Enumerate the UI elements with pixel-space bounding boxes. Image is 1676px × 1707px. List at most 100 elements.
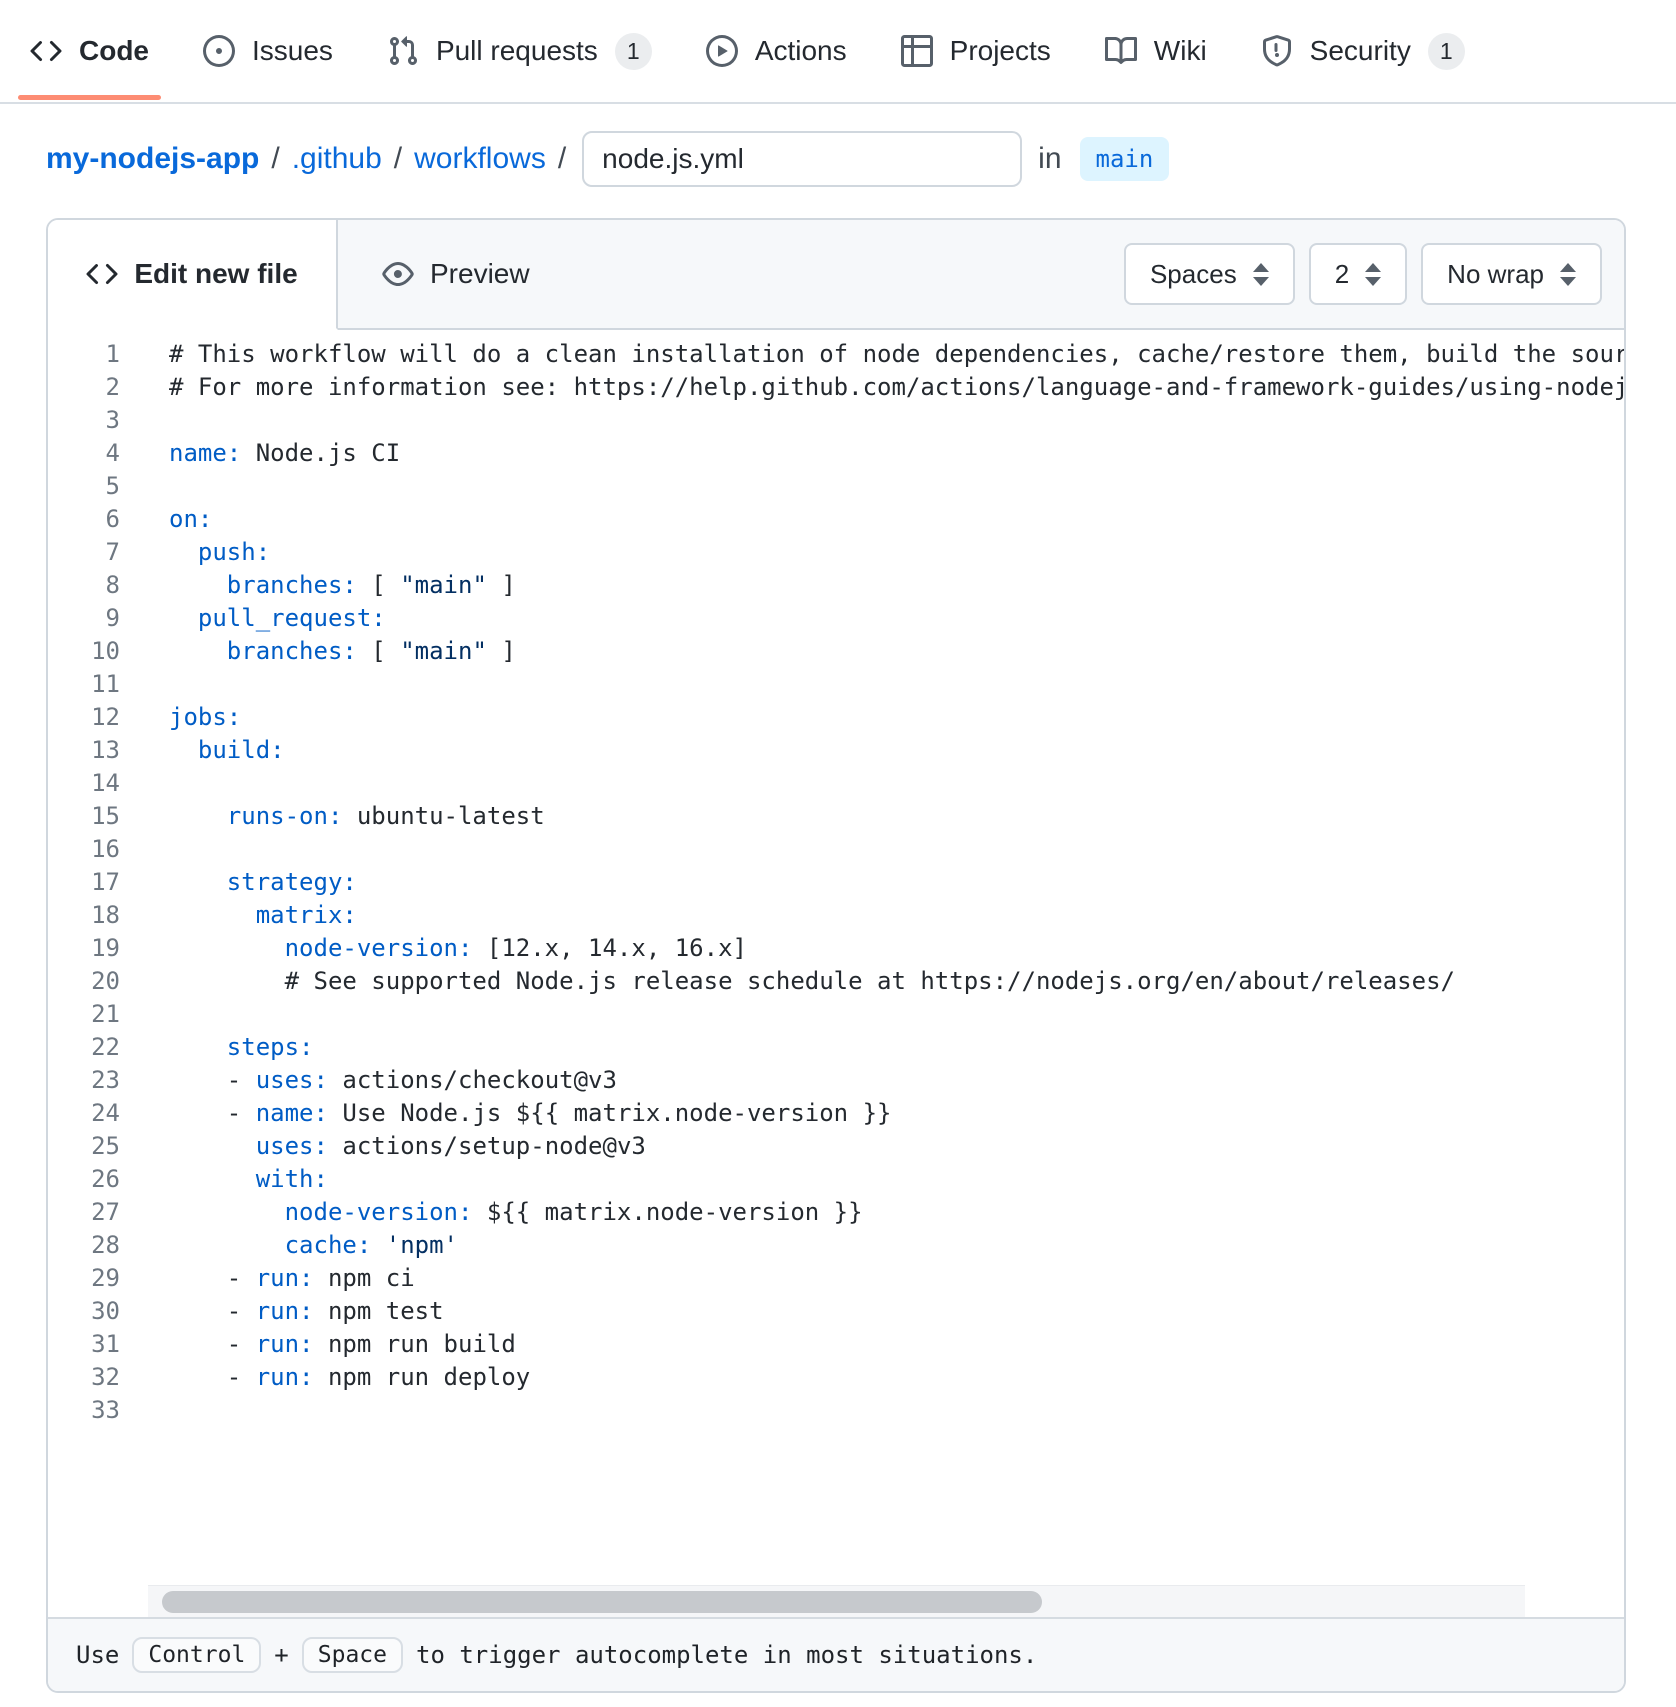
code-line[interactable]: 19 node-version: [12.x, 14.x, 16.x] [48,932,1624,965]
table-icon [901,35,933,67]
nav-tab-issues[interactable]: Issues [191,0,345,102]
code-editor[interactable]: 1# This workflow will do a clean install… [48,330,1624,1585]
code-line-content[interactable]: push: [120,536,270,569]
code-line-content[interactable]: matrix: [120,899,357,932]
line-number: 15 [48,800,120,833]
code-line[interactable]: 23 - uses: actions/checkout@v3 [48,1064,1624,1097]
indent-size-select[interactable]: 2 [1309,243,1407,305]
nav-tab-code[interactable]: Code [18,0,161,102]
code-line-content[interactable]: steps: [120,1031,314,1064]
code-line[interactable]: 12jobs: [48,701,1624,734]
code-line-content[interactable]: - run: npm test [120,1295,444,1328]
code-line[interactable]: 3 [48,404,1624,437]
code-line[interactable]: 10 branches: [ "main" ] [48,635,1624,668]
line-number: 11 [48,668,120,701]
caret-updown-icon [1365,263,1381,286]
code-line-content[interactable] [120,833,169,866]
code-line[interactable]: 28 cache: 'npm' [48,1229,1624,1262]
nav-tab-projects[interactable]: Projects [889,0,1063,102]
code-line[interactable]: 31 - run: npm run build [48,1328,1624,1361]
code-line-content[interactable]: jobs: [120,701,241,734]
code-line[interactable]: 6on: [48,503,1624,536]
nav-tab-pull-requests[interactable]: Pull requests1 [375,0,664,102]
scrollbar-thumb[interactable] [162,1591,1042,1613]
nav-tab-security[interactable]: Security1 [1249,0,1477,102]
indent-mode-select[interactable]: Spaces [1124,243,1295,305]
code-line-content[interactable]: branches: [ "main" ] [120,635,516,668]
scrollbar-track[interactable] [148,1585,1525,1617]
line-number: 24 [48,1097,120,1130]
wrap-mode-select[interactable]: No wrap [1421,243,1602,305]
code-line[interactable]: 2# For more information see: https://hel… [48,371,1624,404]
code-line-content[interactable]: - name: Use Node.js ${{ matrix.node-vers… [120,1097,891,1130]
nav-tab-label: Wiki [1154,35,1207,67]
code-line-content[interactable]: pull_request: [120,602,386,635]
code-line-content[interactable]: - run: npm ci [120,1262,415,1295]
tab-preview[interactable]: Preview [338,220,574,328]
code-line-content[interactable]: node-version: [12.x, 14.x, 16.x] [120,932,747,965]
code-line-content[interactable]: uses: actions/setup-node@v3 [120,1130,646,1163]
line-number: 6 [48,503,120,536]
breadcrumb-dir-workflows-link[interactable]: workflows [414,142,546,176]
code-line[interactable]: 33 [48,1394,1624,1427]
code-line-content[interactable]: - uses: actions/checkout@v3 [120,1064,617,1097]
code-line[interactable]: 4name: Node.js CI [48,437,1624,470]
code-line[interactable]: 9 pull_request: [48,602,1624,635]
breadcrumb-dir-github-link[interactable]: .github [292,142,382,176]
code-line-content[interactable]: runs-on: ubuntu-latest [120,800,545,833]
code-line-content[interactable]: - run: npm run build [120,1328,516,1361]
code-line-content[interactable]: name: Node.js CI [120,437,400,470]
code-line-content[interactable]: - run: npm run deploy [120,1361,530,1394]
code-line[interactable]: 8 branches: [ "main" ] [48,569,1624,602]
code-line[interactable]: 24 - name: Use Node.js ${{ matrix.node-v… [48,1097,1624,1130]
code-line-content[interactable] [120,998,169,1031]
kbd-control-key: Control [132,1637,261,1673]
code-line-content[interactable]: # This workflow will do a clean installa… [120,338,1624,371]
code-line[interactable]: 20 # See supported Node.js release sched… [48,965,1624,998]
code-line-content[interactable]: cache: 'npm' [120,1229,458,1262]
branch-badge: main [1080,137,1170,181]
breadcrumb-separator: / [394,142,402,176]
code-line-content[interactable]: with: [120,1163,328,1196]
breadcrumb-separator: / [271,142,279,176]
line-number: 32 [48,1361,120,1394]
code-line[interactable]: 11 [48,668,1624,701]
filename-input[interactable] [582,131,1022,187]
code-line-content[interactable]: # For more information see: https://help… [120,371,1624,404]
code-line[interactable]: 21 [48,998,1624,1031]
code-line-content[interactable] [120,470,169,503]
breadcrumb-repo-link[interactable]: my-nodejs-app [46,142,259,176]
code-line[interactable]: 30 - run: npm test [48,1295,1624,1328]
code-line[interactable]: 32 - run: npm run deploy [48,1361,1624,1394]
code-line-content[interactable] [120,767,169,800]
code-line-content[interactable]: strategy: [120,866,357,899]
code-line[interactable]: 1# This workflow will do a clean install… [48,338,1624,371]
code-line[interactable]: 22 steps: [48,1031,1624,1064]
code-line[interactable]: 14 [48,767,1624,800]
code-line-content[interactable]: node-version: ${{ matrix.node-version }} [120,1196,863,1229]
code-line[interactable]: 7 push: [48,536,1624,569]
nav-tab-wiki[interactable]: Wiki [1093,0,1219,102]
code-line[interactable]: 18 matrix: [48,899,1624,932]
code-line[interactable]: 15 runs-on: ubuntu-latest [48,800,1624,833]
code-line-content[interactable]: # See supported Node.js release schedule… [120,965,1455,998]
code-line[interactable]: 16 [48,833,1624,866]
code-line[interactable]: 25 uses: actions/setup-node@v3 [48,1130,1624,1163]
code-line-content[interactable] [120,668,169,701]
line-number: 7 [48,536,120,569]
code-line[interactable]: 5 [48,470,1624,503]
code-line-content[interactable]: build: [120,734,285,767]
code-line-content[interactable] [120,404,169,437]
horizontal-scrollbar[interactable] [48,1585,1624,1617]
code-line-content[interactable] [120,1394,169,1427]
code-line-content[interactable]: on: [120,503,212,536]
code-line[interactable]: 26 with: [48,1163,1624,1196]
code-line[interactable]: 29 - run: npm ci [48,1262,1624,1295]
nav-tab-actions[interactable]: Actions [694,0,859,102]
tab-edit-new-file[interactable]: Edit new file [48,220,338,330]
code-line[interactable]: 13 build: [48,734,1624,767]
code-line[interactable]: 17 strategy: [48,866,1624,899]
code-line-content[interactable]: branches: [ "main" ] [120,569,516,602]
code-line[interactable]: 27 node-version: ${{ matrix.node-version… [48,1196,1624,1229]
line-number: 13 [48,734,120,767]
